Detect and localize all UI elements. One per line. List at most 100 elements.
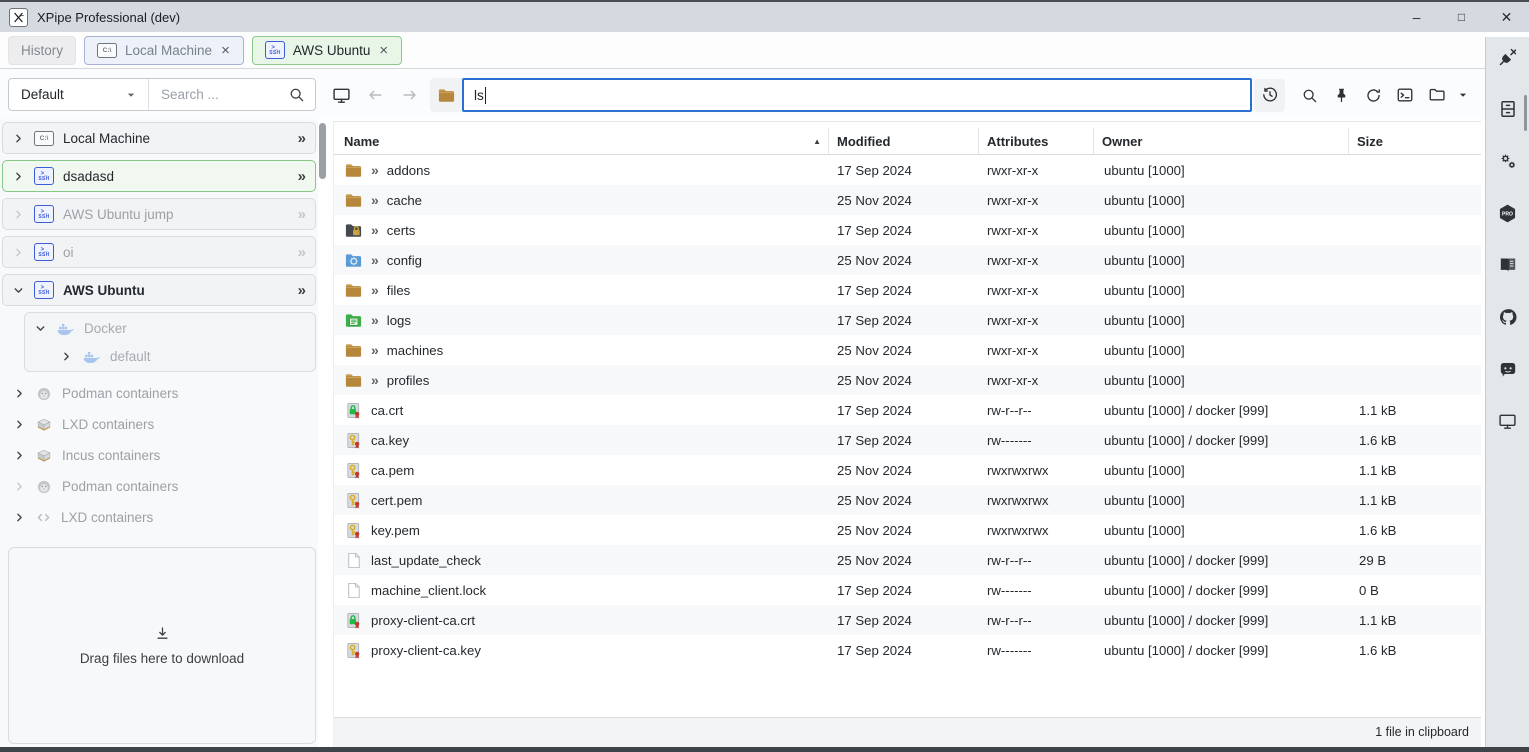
monitor-button[interactable]: [1494, 407, 1522, 435]
book-button[interactable]: [1494, 251, 1522, 279]
table-row[interactable]: »files17 Sep 2024rwxr-xr-xubuntu [1000]: [334, 275, 1481, 305]
chevron-right-icon[interactable]: [12, 208, 25, 221]
discord-button[interactable]: [1494, 355, 1522, 383]
expand-menu-icon[interactable]: »: [298, 130, 306, 147]
table-row[interactable]: »cache25 Nov 2024rwxr-xr-xubuntu [1000]: [334, 185, 1481, 215]
monitor-button[interactable]: [330, 84, 352, 106]
column-header-modified[interactable]: Modified: [829, 128, 979, 154]
rail-scrollbar-thumb[interactable]: [1524, 95, 1527, 131]
sidebar-item-label: Docker: [84, 321, 127, 336]
sidebar-item-podman-containers[interactable]: Podman containers: [2, 378, 316, 409]
chevron-right-icon[interactable]: [13, 449, 26, 462]
github-button[interactable]: [1494, 303, 1522, 331]
table-row[interactable]: ca.pem25 Nov 2024rwxrwxrwxubuntu [1000]1…: [334, 455, 1481, 485]
expand-directory-icon[interactable]: »: [371, 342, 379, 358]
plug-button[interactable]: [1494, 43, 1522, 71]
sidebar-item-docker[interactable]: Docker: [25, 314, 315, 342]
path-command-value: ls: [474, 88, 484, 103]
profile-selector[interactable]: Default: [9, 79, 149, 110]
expand-directory-icon[interactable]: »: [371, 252, 379, 268]
search-input[interactable]: Search ...: [149, 79, 315, 110]
maximize-button[interactable]: □: [1439, 2, 1484, 32]
close-button[interactable]: ✕: [1484, 2, 1529, 32]
chevron-right-icon[interactable]: [12, 170, 25, 183]
table-row[interactable]: proxy-client-ca.key17 Sep 2024rw-------u…: [334, 635, 1481, 665]
column-header-owner[interactable]: Owner: [1094, 128, 1349, 154]
pin-button[interactable]: [1325, 79, 1357, 112]
tab-local-machine[interactable]: C:\Local Machine×: [84, 36, 244, 65]
tab-label: AWS Ubuntu: [293, 43, 371, 58]
close-icon[interactable]: ×: [220, 43, 231, 58]
sidebar-item-default[interactable]: default: [25, 342, 315, 370]
expand-directory-icon[interactable]: »: [371, 282, 379, 298]
table-row[interactable]: ca.crt17 Sep 2024rw-r--r--ubuntu [1000] …: [334, 395, 1481, 425]
folder-outline-button[interactable]: [1421, 79, 1453, 112]
table-row[interactable]: »certs17 Sep 2024rwxr-xr-xubuntu [1000]: [334, 215, 1481, 245]
sidebar-item-dsadasd[interactable]: >_SSHdsadasd»: [2, 160, 316, 192]
cell-owner: ubuntu [1000]: [1094, 343, 1349, 358]
scrollbar-thumb[interactable]: [319, 123, 326, 179]
table-row[interactable]: ca.key17 Sep 2024rw-------ubuntu [1000] …: [334, 425, 1481, 455]
sidebar-item-lxd-containers[interactable]: LXD containers: [2, 409, 316, 440]
table-row[interactable]: »machines25 Nov 2024rwxr-xr-xubuntu [100…: [334, 335, 1481, 365]
chevron-right-icon[interactable]: [12, 246, 25, 259]
table-row[interactable]: last_update_check25 Nov 2024rw-r--r--ubu…: [334, 545, 1481, 575]
gears-button[interactable]: [1494, 147, 1522, 175]
chevron-down-icon[interactable]: [12, 284, 25, 297]
expand-directory-icon[interactable]: »: [371, 372, 379, 388]
expand-menu-icon[interactable]: »: [298, 168, 306, 185]
sidebar-scrollbar[interactable]: [319, 121, 327, 421]
cell-owner: ubuntu [1000] / docker [999]: [1094, 643, 1349, 658]
search-button[interactable]: [1293, 79, 1325, 112]
sidebar-item-oi[interactable]: >_SSHoi»: [2, 236, 316, 268]
table-row[interactable]: cert.pem25 Nov 2024rwxrwxrwxubuntu [1000…: [334, 485, 1481, 515]
expand-menu-icon[interactable]: »: [298, 206, 306, 223]
chevron-down-icon[interactable]: [34, 322, 47, 335]
file-cabinet-button[interactable]: [1494, 95, 1522, 123]
sidebar-item-aws-ubuntu[interactable]: >_SSHAWS Ubuntu»: [2, 274, 316, 306]
cell-name: machine_client.lock: [334, 581, 829, 600]
close-icon[interactable]: ×: [378, 43, 389, 58]
arrow-right-button[interactable]: [399, 84, 421, 106]
tab-aws-ubuntu[interactable]: >_SSHAWS Ubuntu×: [252, 36, 402, 65]
current-directory-button[interactable]: [430, 78, 462, 112]
expand-menu-icon[interactable]: »: [298, 244, 306, 261]
sidebar-item-lxd-containers[interactable]: LXD containers: [2, 502, 316, 533]
table-row[interactable]: proxy-client-ca.crt17 Sep 2024rw-r--r--u…: [334, 605, 1481, 635]
history-clock-button[interactable]: [1254, 79, 1285, 112]
refresh-button[interactable]: [1357, 79, 1389, 112]
chevron-right-icon[interactable]: [12, 132, 25, 145]
expand-directory-icon[interactable]: »: [371, 162, 379, 178]
table-row[interactable]: key.pem25 Nov 2024rwxrwxrwxubuntu [1000]…: [334, 515, 1481, 545]
sidebar-item-incus-containers[interactable]: Incus containers: [2, 440, 316, 471]
download-dropzone[interactable]: Drag files here to download: [8, 547, 316, 744]
table-row[interactable]: »logs17 Sep 2024rwxr-xr-xubuntu [1000]: [334, 305, 1481, 335]
sidebar-item-aws-ubuntu-jump[interactable]: >_SSHAWS Ubuntu jump»: [2, 198, 316, 230]
arrow-left-button[interactable]: [364, 84, 386, 106]
expand-directory-icon[interactable]: »: [371, 312, 379, 328]
sidebar-item-local-machine[interactable]: C:\Local Machine»: [2, 122, 316, 154]
column-header-name[interactable]: Name▲: [334, 128, 829, 154]
chevron-right-icon[interactable]: [13, 480, 26, 493]
minimize-button[interactable]: –: [1394, 2, 1439, 32]
chevron-right-icon[interactable]: [60, 350, 73, 363]
pro-badge-button[interactable]: PRO: [1494, 199, 1522, 227]
expand-directory-icon[interactable]: »: [371, 192, 379, 208]
sidebar-item-podman-containers[interactable]: Podman containers: [2, 471, 316, 502]
table-row[interactable]: »profiles25 Nov 2024rwxr-xr-xubuntu [100…: [334, 365, 1481, 395]
column-header-attributes[interactable]: Attributes: [979, 128, 1094, 154]
path-command-input[interactable]: ls: [462, 78, 1252, 112]
chevron-right-icon[interactable]: [13, 387, 26, 400]
table-row[interactable]: »addons17 Sep 2024rwxr-xr-xubuntu [1000]: [334, 155, 1481, 185]
table-row[interactable]: machine_client.lock17 Sep 2024rw-------u…: [334, 575, 1481, 605]
chevron-right-icon[interactable]: [13, 511, 26, 524]
caret-down-button[interactable]: [1453, 79, 1473, 112]
column-header-size[interactable]: Size: [1349, 128, 1481, 154]
tab-history[interactable]: History: [8, 36, 76, 65]
expand-menu-icon[interactable]: »: [298, 282, 306, 299]
terminal-window-button[interactable]: [1389, 79, 1421, 112]
chevron-right-icon[interactable]: [13, 418, 26, 431]
table-row[interactable]: »config25 Nov 2024rwxr-xr-xubuntu [1000]: [334, 245, 1481, 275]
docker-icon: [56, 319, 75, 338]
expand-directory-icon[interactable]: »: [371, 222, 379, 238]
